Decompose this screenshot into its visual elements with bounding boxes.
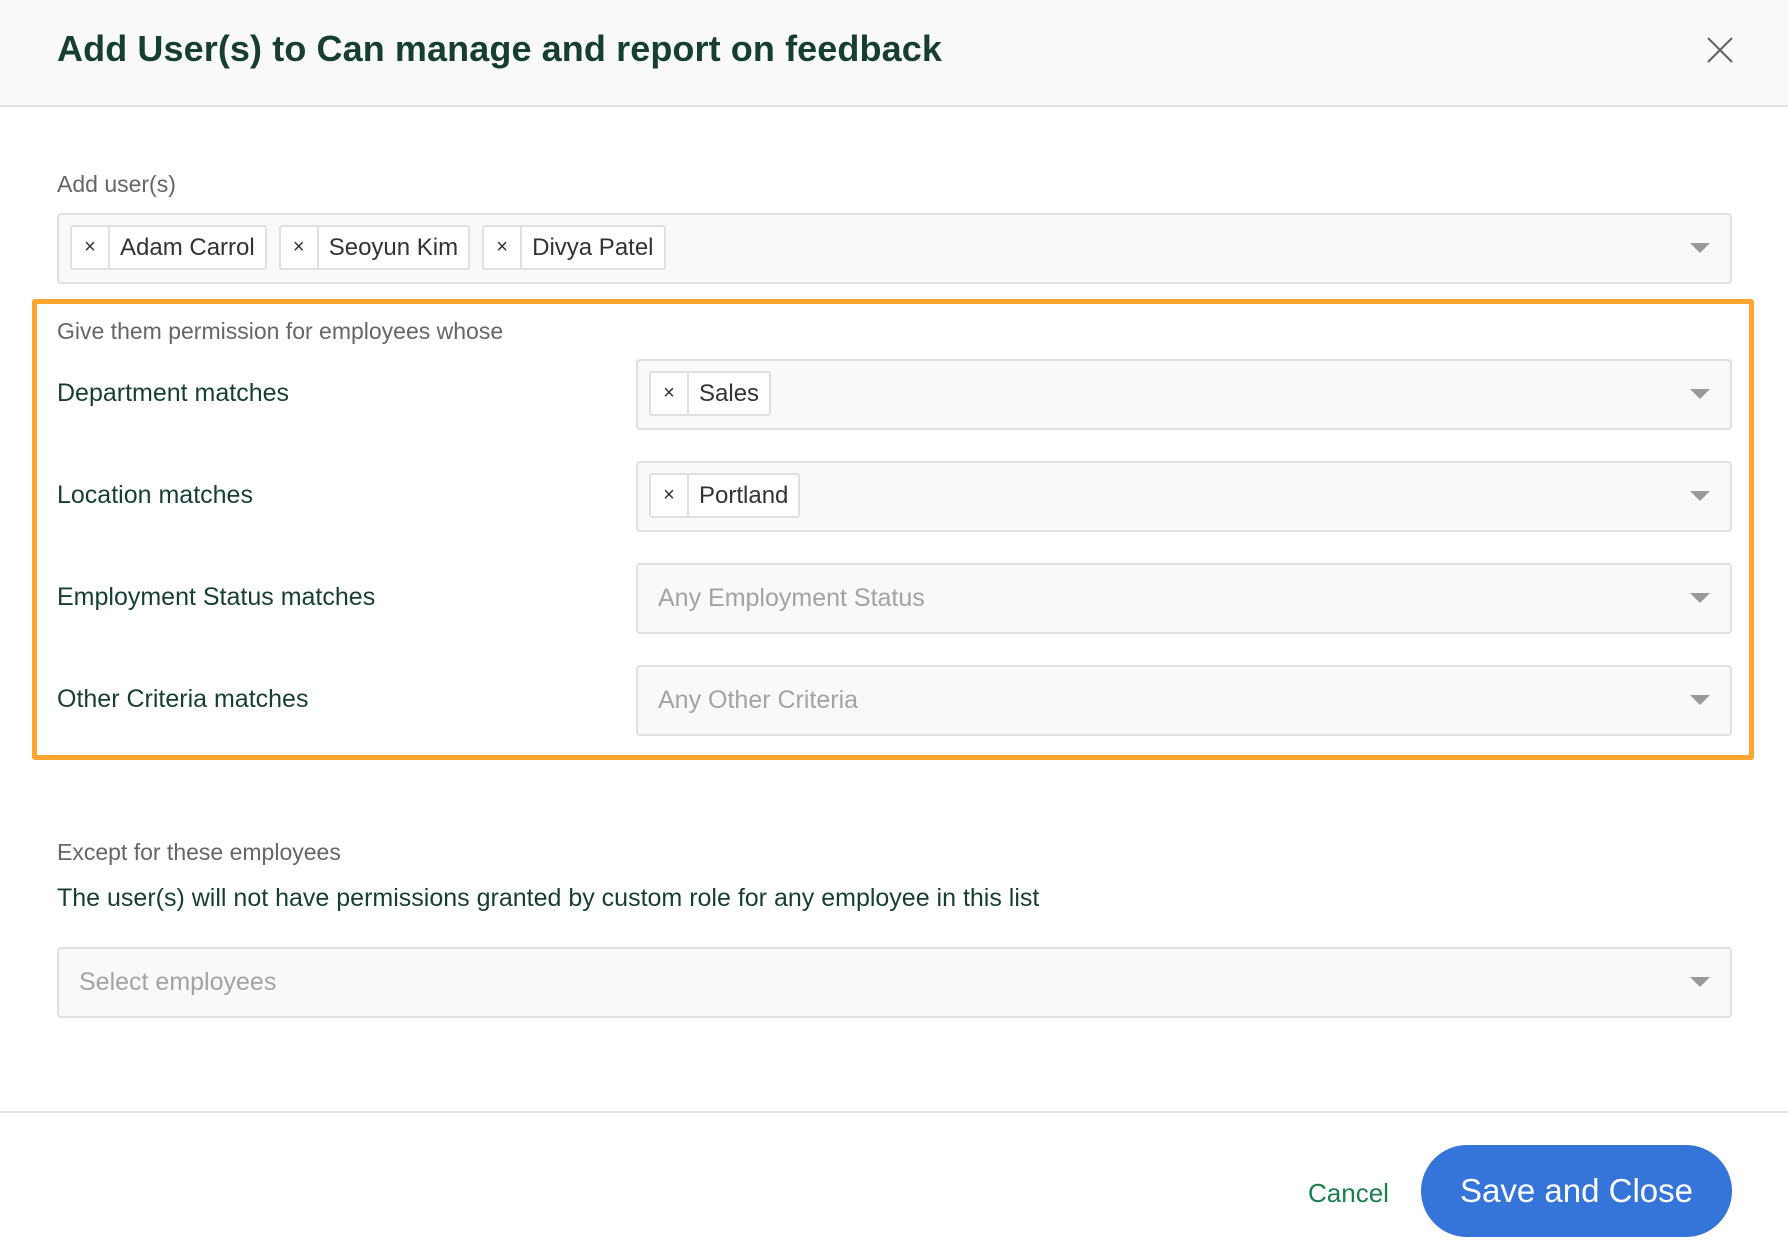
footer-divider xyxy=(0,1111,1788,1113)
employment-status-placeholder: Any Employment Status xyxy=(658,584,925,612)
close-button[interactable] xyxy=(1703,33,1737,67)
employment-status-label: Employment Status matches xyxy=(57,583,376,611)
add-users-label: Add user(s) xyxy=(57,171,176,197)
selected-departments: × Sales xyxy=(649,371,772,416)
remove-tag-button[interactable]: × xyxy=(651,373,689,414)
close-icon xyxy=(1707,37,1733,63)
location-tag: × Portland xyxy=(649,473,801,518)
other-criteria-select[interactable]: Any Other Criteria xyxy=(636,665,1732,736)
remove-tag-button[interactable]: × xyxy=(484,227,523,268)
employment-status-select[interactable]: Any Employment Status xyxy=(636,563,1732,634)
exceptions-description: The user(s) will not have permissions gr… xyxy=(57,884,1040,912)
user-tag: × Seoyun Kim xyxy=(278,225,471,270)
add-users-select[interactable]: × Adam Carrol × Seoyun Kim × Divya Patel xyxy=(57,213,1732,284)
remove-tag-button[interactable]: × xyxy=(281,227,319,268)
tag-label: Divya Patel xyxy=(532,234,654,261)
exceptions-label: Except for these employees xyxy=(57,839,341,865)
tag-label: Seoyun Kim xyxy=(328,234,459,261)
remove-tag-button[interactable]: × xyxy=(72,227,110,268)
user-tag: × Divya Patel xyxy=(482,225,666,270)
selected-users: × Adam Carrol × Seoyun Kim × Divya Patel xyxy=(70,225,666,270)
other-criteria-label: Other Criteria matches xyxy=(57,685,309,713)
exceptions-select[interactable]: Select employees xyxy=(57,947,1732,1018)
permissions-heading: Give them permission for employees whose xyxy=(57,318,504,344)
tag-label: Portland xyxy=(699,482,789,509)
tag-label: Adam Carrol xyxy=(120,234,255,261)
location-select[interactable]: × Portland xyxy=(636,461,1732,532)
caret-down-icon[interactable] xyxy=(1690,593,1710,603)
selected-locations: × Portland xyxy=(649,473,801,518)
department-select[interactable]: × Sales xyxy=(636,359,1732,430)
exceptions-placeholder: Select employees xyxy=(79,968,277,996)
modal-header: Add User(s) to Can manage and report on … xyxy=(0,0,1788,107)
department-tag: × Sales xyxy=(649,371,772,416)
caret-down-icon[interactable] xyxy=(1690,695,1710,705)
other-criteria-placeholder: Any Other Criteria xyxy=(658,686,859,714)
caret-down-icon[interactable] xyxy=(1690,243,1710,253)
modal-title: Add User(s) to Can manage and report on … xyxy=(57,28,942,69)
cancel-button[interactable]: Cancel xyxy=(1308,1178,1389,1209)
tag-label: Sales xyxy=(699,380,760,407)
caret-down-icon[interactable] xyxy=(1690,491,1710,501)
department-label: Department matches xyxy=(57,379,290,407)
user-tag: × Adam Carrol xyxy=(70,225,267,270)
remove-tag-button[interactable]: × xyxy=(651,475,689,516)
caret-down-icon[interactable] xyxy=(1690,389,1710,399)
location-label: Location matches xyxy=(57,481,253,509)
caret-down-icon[interactable] xyxy=(1690,977,1710,987)
save-and-close-button[interactable]: Save and Close xyxy=(1421,1145,1732,1237)
